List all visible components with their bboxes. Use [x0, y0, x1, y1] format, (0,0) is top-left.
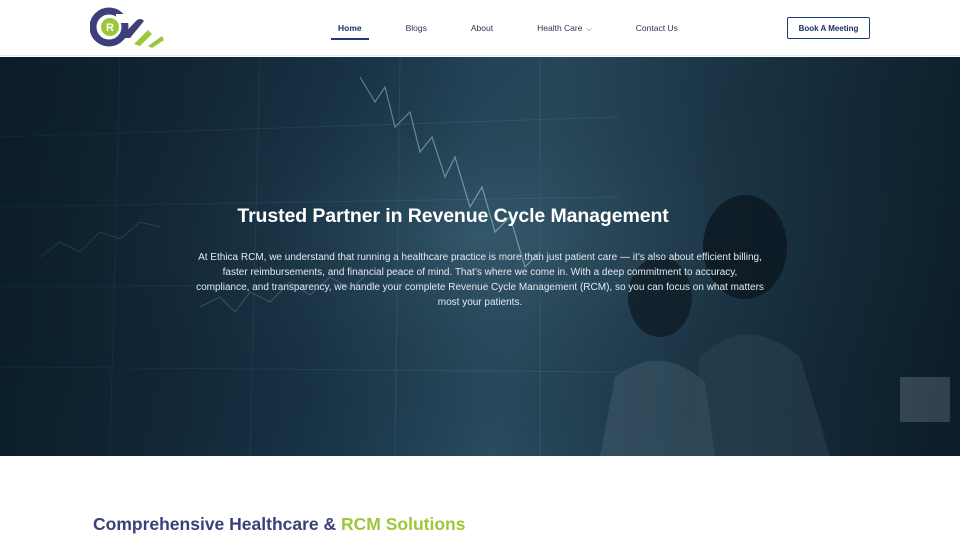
book-meeting-button[interactable]: Book A Meeting	[787, 17, 870, 39]
hero-title: Trusted Partner in Revenue Cycle Managem…	[0, 205, 960, 228]
hero-section: Trusted Partner in Revenue Cycle Managem…	[0, 57, 960, 456]
nav-home-label: Home	[338, 23, 362, 33]
nav-blogs-label: Blogs	[405, 23, 427, 33]
nav-home[interactable]: Home	[331, 17, 369, 40]
hero-title-text: Trusted Partner in Revenue Cycle Managem…	[237, 205, 669, 227]
nav-blogs[interactable]: Blogs	[399, 17, 434, 39]
section-title-accent: RCM Solutions	[341, 514, 466, 534]
nav-contact-label: Contact Us	[635, 23, 678, 33]
logo-letter: R	[106, 22, 114, 34]
section-title: Comprehensive Healthcare & RCM Solutions	[93, 514, 465, 535]
site-header: R Home Blogs About Health Care ⌵ Contact …	[0, 0, 960, 56]
nav-about[interactable]: About	[464, 17, 500, 39]
nav-about-label: About	[470, 23, 494, 33]
book-meeting-label: Book A Meeting	[798, 23, 859, 33]
ethica-rcm-logo[interactable]: R	[90, 4, 172, 50]
nav-contact-us[interactable]: Contact Us	[629, 17, 685, 39]
nav-health-care[interactable]: Health Care ⌵	[530, 17, 599, 40]
section-title-part1: Comprehensive Healthcare &	[93, 514, 342, 534]
hero-description: At Ethica RCM, we understand that runnin…	[196, 252, 764, 308]
main-nav: Home Blogs About Health Care ⌵ Contact Us	[331, 0, 715, 56]
chevron-down-icon: ⌵	[586, 25, 592, 33]
nav-health-care-label: Health Care	[537, 22, 583, 33]
